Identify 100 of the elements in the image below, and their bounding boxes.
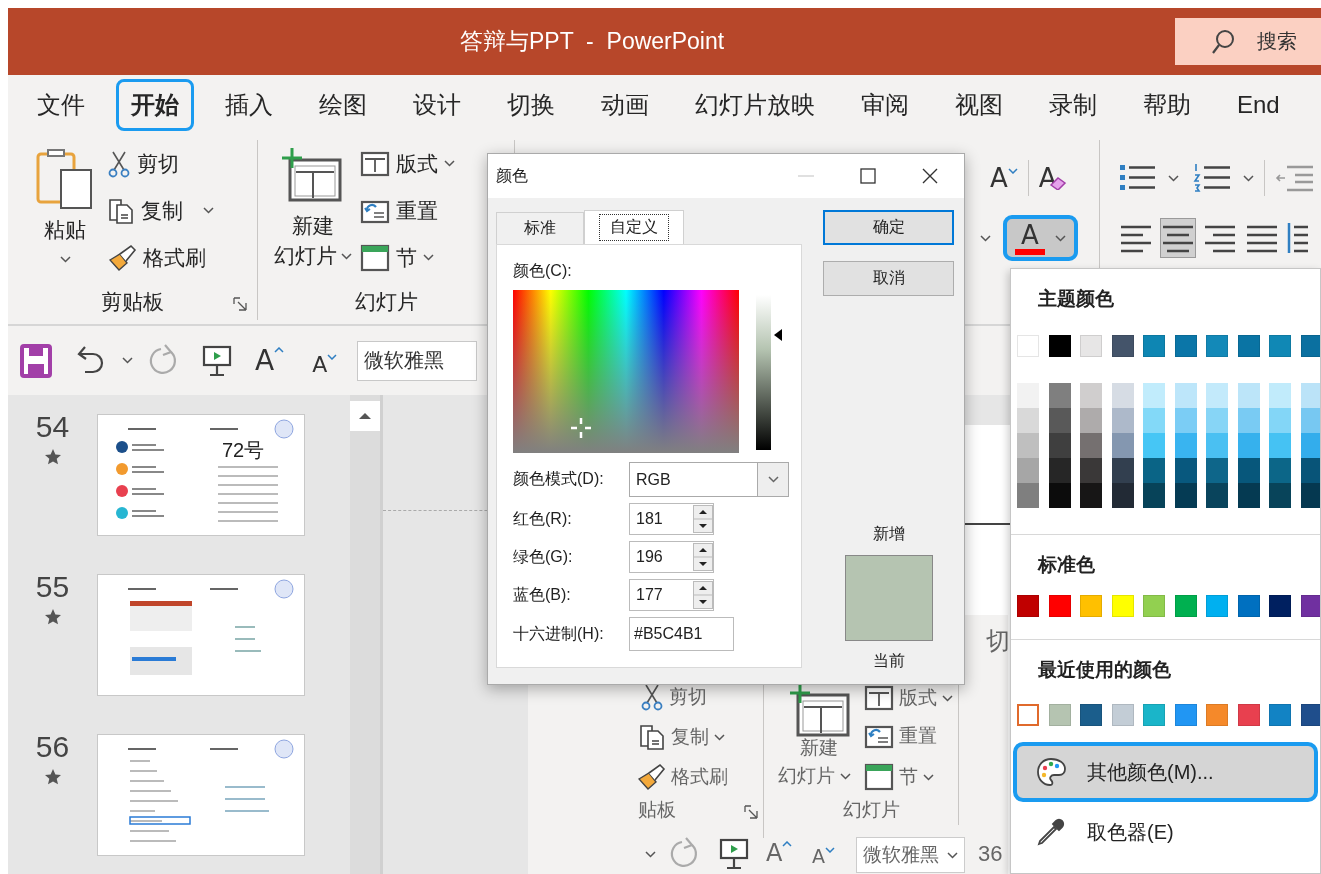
color-swatch[interactable]	[1048, 335, 1071, 357]
color-swatch[interactable]	[1269, 383, 1291, 408]
color-swatch[interactable]	[1174, 433, 1197, 458]
color-swatch[interactable]	[1080, 335, 1102, 357]
section-button[interactable]: 节	[360, 234, 455, 281]
copy-button[interactable]: 复制	[107, 187, 214, 234]
font-color-button[interactable]: A	[1003, 215, 1078, 261]
color-swatch[interactable]	[1269, 408, 1291, 433]
color-swatch[interactable]	[1080, 595, 1102, 617]
color-swatch[interactable]	[1080, 483, 1102, 508]
ribbon-tab[interactable]: 动画	[586, 79, 664, 131]
cut-button[interactable]: 剪切	[107, 140, 214, 187]
ribbon-tab[interactable]: 审阅	[846, 79, 924, 131]
color-swatch[interactable]	[1269, 704, 1291, 726]
color-swatch[interactable]	[1143, 483, 1165, 508]
ribbon-tab[interactable]: 帮助	[1128, 79, 1206, 131]
color-swatch[interactable]	[1300, 408, 1320, 433]
shrink-font-button[interactable]: A	[990, 154, 1018, 202]
color-swatch[interactable]	[1237, 433, 1260, 458]
color-swatch[interactable]	[1206, 458, 1228, 483]
menu-item[interactable]: 取色器(E)	[1013, 802, 1318, 862]
color-swatch[interactable]	[1143, 704, 1165, 726]
color-swatch[interactable]	[1300, 335, 1320, 357]
color-swatch[interactable]	[1206, 483, 1228, 508]
layout-button[interactable]: 版式	[360, 140, 455, 187]
color-swatch[interactable]	[1300, 483, 1320, 508]
color-swatch[interactable]	[1080, 408, 1102, 433]
new-slide-button[interactable]: 新建 幻灯片	[274, 146, 352, 270]
color-swatch[interactable]	[1017, 408, 1039, 433]
hex-field[interactable]: #B5C4B1	[629, 617, 734, 651]
color-swatch[interactable]	[1300, 704, 1320, 726]
color-swatch[interactable]	[1017, 383, 1039, 408]
ribbon-tab[interactable]: 设计	[398, 79, 476, 131]
color-swatch[interactable]	[1048, 595, 1071, 617]
color-swatch[interactable]	[1143, 458, 1165, 483]
color-swatch[interactable]	[1048, 408, 1071, 433]
color-swatch[interactable]	[1269, 335, 1291, 357]
color-swatch[interactable]	[1300, 433, 1320, 458]
color-swatch[interactable]	[1269, 433, 1291, 458]
ribbon-tab[interactable]: 绘图	[304, 79, 382, 131]
search-field[interactable]: 搜索	[1175, 18, 1321, 65]
color-swatch[interactable]	[1300, 595, 1320, 617]
ribbon-tab[interactable]: 幻灯片放映	[680, 79, 830, 131]
color-swatch[interactable]	[1174, 595, 1197, 617]
color-swatch[interactable]	[1174, 704, 1197, 726]
color-swatch[interactable]	[1206, 704, 1228, 726]
color-swatch[interactable]	[1080, 433, 1102, 458]
color-swatch[interactable]	[1174, 335, 1197, 357]
number-field[interactable]: 181	[629, 503, 714, 535]
color-swatch[interactable]	[1143, 595, 1165, 617]
color-swatch[interactable]	[1206, 433, 1228, 458]
color-swatch[interactable]	[1269, 458, 1291, 483]
color-swatch[interactable]	[1048, 383, 1071, 408]
color-swatch[interactable]	[1111, 704, 1134, 726]
color-swatch[interactable]	[1174, 383, 1197, 408]
color-swatch[interactable]	[1237, 458, 1260, 483]
dialog-tab[interactable]: 标准	[496, 212, 584, 244]
scroll-up-button[interactable]	[350, 401, 380, 431]
color-swatch[interactable]	[1206, 335, 1228, 357]
color-spectrum[interactable]	[513, 290, 739, 453]
number-field[interactable]: 196	[629, 541, 714, 573]
color-swatch[interactable]	[1017, 704, 1039, 726]
color-swatch[interactable]	[1237, 335, 1260, 357]
ribbon-tab[interactable]: 文件	[22, 79, 100, 131]
color-swatch[interactable]	[1017, 483, 1039, 508]
color-swatch[interactable]	[1206, 408, 1228, 433]
color-swatch[interactable]	[1174, 483, 1197, 508]
color-swatch[interactable]	[1174, 458, 1197, 483]
align-button[interactable]	[1160, 218, 1196, 258]
font-name-field[interactable]: 微软雅黑	[357, 340, 478, 381]
color-swatch[interactable]	[1080, 458, 1102, 483]
dialog-button[interactable]: 确定	[823, 210, 954, 245]
color-swatch[interactable]	[1143, 335, 1165, 357]
color-swatch[interactable]	[1080, 704, 1102, 726]
dialog-tab[interactable]: 自定义	[584, 210, 684, 244]
color-swatch[interactable]	[1143, 433, 1165, 458]
ribbon-tab[interactable]: 录制	[1034, 79, 1112, 131]
color-swatch[interactable]	[1048, 483, 1071, 508]
color-swatch[interactable]	[1111, 595, 1134, 617]
color-swatch[interactable]	[1206, 595, 1228, 617]
shrink-font-button[interactable]: A	[312, 353, 338, 376]
color-swatch[interactable]	[1017, 458, 1039, 483]
color-swatch[interactable]	[1111, 458, 1134, 483]
color-swatch[interactable]	[1237, 383, 1260, 408]
ribbon-tab[interactable]: 开始	[116, 79, 194, 131]
color-swatch[interactable]	[1300, 458, 1320, 483]
color-swatch[interactable]	[1174, 408, 1197, 433]
color-swatch[interactable]	[1017, 595, 1039, 617]
color-swatch[interactable]	[1269, 483, 1291, 508]
color-swatch[interactable]	[1017, 335, 1039, 357]
color-swatch[interactable]	[1111, 408, 1134, 433]
ribbon-tab[interactable]: End	[1222, 79, 1295, 131]
color-swatch[interactable]	[1048, 458, 1071, 483]
color-swatch[interactable]	[1269, 595, 1291, 617]
color-swatch[interactable]	[1048, 704, 1071, 726]
color-swatch[interactable]	[1237, 704, 1260, 726]
reset-button[interactable]: 重置	[360, 187, 455, 234]
grow-font-button[interactable]: A	[255, 346, 285, 375]
color-swatch[interactable]	[1080, 383, 1102, 408]
color-swatch[interactable]	[1143, 383, 1165, 408]
